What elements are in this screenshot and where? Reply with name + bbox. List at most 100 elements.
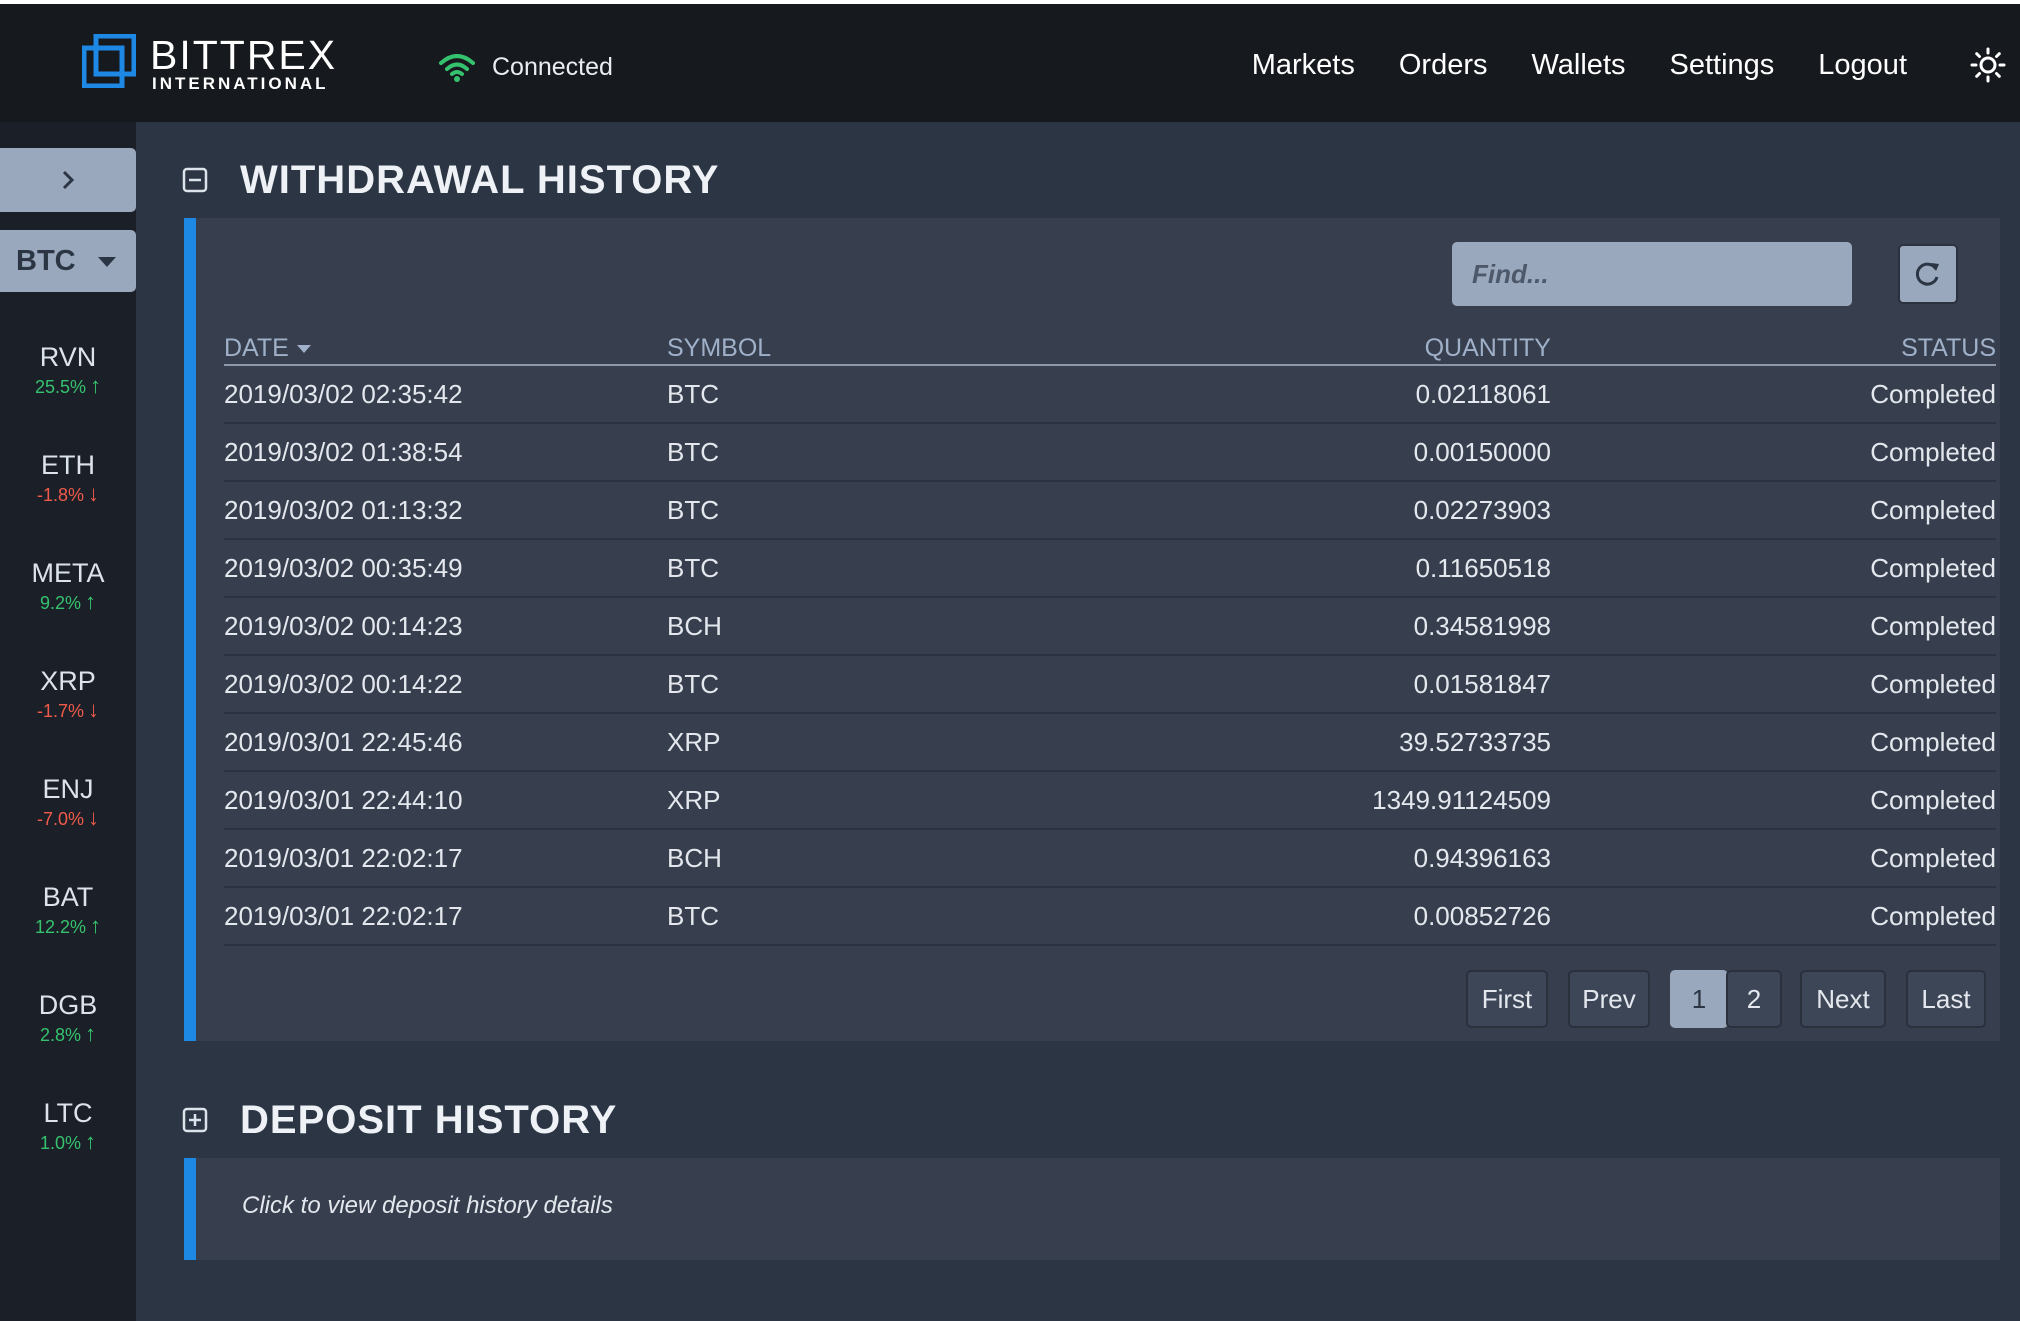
deposit-panel[interactable]: Click to view deposit history details <box>184 1158 2000 1260</box>
brand-subtitle: INTERNATIONAL <box>152 74 329 93</box>
cell-symbol: BTC <box>667 552 719 583</box>
ticker-bat[interactable]: BAT 12.2% ↑ <box>0 880 136 939</box>
table-row: 2019/03/02 00:14:22 BTC 0.01581847 Compl… <box>224 656 1996 714</box>
table-row: 2019/03/02 02:35:42 BTC 0.02118061 Compl… <box>224 366 1996 424</box>
cell-date: 2019/03/02 00:14:23 <box>224 610 463 641</box>
ticker-ltc[interactable]: LTC 1.0% ↑ <box>0 1096 136 1155</box>
search-input[interactable] <box>1452 242 1852 306</box>
nav-wallets[interactable]: Wallets <box>1532 49 1626 82</box>
cell-quantity: 0.02273903 <box>1413 494 1551 525</box>
ticker-change: -7.0% ↓ <box>36 805 100 830</box>
sun-icon[interactable] <box>1970 47 2006 83</box>
pagination-prev-button[interactable]: Prev <box>1568 970 1650 1028</box>
deposit-section-header: DEPOSIT HISTORY <box>182 1095 617 1145</box>
ticker-change: -1.7% ↓ <box>36 697 100 722</box>
pagination: First Prev 1 2 Next Last <box>196 970 2000 1030</box>
pagination-page-2[interactable]: 2 <box>1726 970 1782 1028</box>
ticker-symbol: LTC <box>43 1098 93 1128</box>
cell-symbol: BCH <box>667 610 722 641</box>
ticker-symbol: DGB <box>38 990 98 1020</box>
pagination-first-button[interactable]: First <box>1466 970 1548 1028</box>
cell-quantity: 0.00852726 <box>1413 900 1551 931</box>
cell-quantity: 0.94396163 <box>1413 842 1551 873</box>
cell-date: 2019/03/01 22:45:46 <box>224 726 463 757</box>
pagination-page-1[interactable]: 1 <box>1670 970 1728 1028</box>
refresh-button[interactable] <box>1898 244 1958 304</box>
cell-symbol: XRP <box>667 726 721 757</box>
ticker-eth[interactable]: ETH -1.8% ↓ <box>0 448 136 507</box>
caret-down-icon <box>98 257 116 267</box>
ticker-change: 12.2% ↑ <box>34 913 102 938</box>
brand-name: BITTREX <box>150 32 338 78</box>
column-header-status[interactable]: STATUS <box>1551 332 1996 364</box>
sort-desc-icon <box>296 345 311 354</box>
table-row: 2019/03/01 22:02:17 BCH 0.94396163 Compl… <box>224 830 1996 888</box>
base-currency-value: BTC <box>16 244 76 277</box>
nav-settings[interactable]: Settings <box>1670 49 1775 82</box>
table-row: 2019/03/02 01:13:32 BTC 0.02273903 Compl… <box>224 482 1996 540</box>
cell-status: Completed <box>1870 552 1996 583</box>
cell-date: 2019/03/02 00:35:49 <box>224 552 463 583</box>
cell-status: Completed <box>1870 842 1996 873</box>
column-header-quantity[interactable]: QUANTITY <box>1067 332 1551 364</box>
ticker-change: -1.8% ↓ <box>36 481 100 506</box>
ticker-change: 2.8% ↑ <box>39 1021 97 1046</box>
ticker-symbol: ETH <box>41 450 95 480</box>
cell-quantity: 0.00150000 <box>1413 436 1551 467</box>
column-header-date[interactable]: DATE <box>224 332 667 364</box>
ticker-symbol: ENJ <box>42 774 94 804</box>
ticker-rvn[interactable]: RVN 25.5% ↑ <box>0 340 136 399</box>
cell-symbol: XRP <box>667 784 721 815</box>
cell-date: 2019/03/02 01:38:54 <box>224 436 463 467</box>
ticker-dgb[interactable]: DGB 2.8% ↑ <box>0 988 136 1047</box>
ticker-change: 9.2% ↑ <box>39 589 97 614</box>
table-row: 2019/03/02 00:14:23 BCH 0.34581998 Compl… <box>224 598 1996 656</box>
ticker-symbol: XRP <box>40 666 96 696</box>
refresh-icon <box>1915 262 1939 286</box>
withdrawal-panel: DATE SYMBOL QUANTITY STATUS 2019/03/02 0… <box>184 218 2000 1041</box>
cell-quantity: 0.01581847 <box>1413 668 1551 699</box>
cell-status: Completed <box>1870 610 1996 641</box>
cell-symbol: BTC <box>667 436 719 467</box>
bittrex-logo[interactable]: BITTREX INTERNATIONAL <box>82 32 335 98</box>
table-row: 2019/03/01 22:44:10 XRP 1349.91124509 Co… <box>224 772 1996 830</box>
pagination-next-button[interactable]: Next <box>1800 970 1886 1028</box>
cell-date: 2019/03/01 22:44:10 <box>224 784 463 815</box>
table-row: 2019/03/02 00:35:49 BTC 0.11650518 Compl… <box>224 540 1996 598</box>
connection-status: Connected <box>438 50 613 84</box>
deposit-title: DEPOSIT HISTORY <box>240 1097 618 1142</box>
cell-quantity: 0.34581998 <box>1413 610 1551 641</box>
ticker-enj[interactable]: ENJ -7.0% ↓ <box>0 772 136 831</box>
column-header-symbol[interactable]: SYMBOL <box>667 332 1067 364</box>
ticker-xrp[interactable]: XRP -1.7% ↓ <box>0 664 136 723</box>
cell-status: Completed <box>1870 668 1996 699</box>
cell-date: 2019/03/02 01:13:32 <box>224 494 463 525</box>
ticker-meta[interactable]: META 9.2% ↑ <box>0 556 136 615</box>
arrow-up-icon: ↑ <box>90 913 102 938</box>
cell-symbol: BTC <box>667 900 719 931</box>
bittrex-logo-icon <box>82 34 136 88</box>
arrow-up-icon: ↑ <box>85 589 97 614</box>
connection-status-label: Connected <box>492 52 613 81</box>
cell-status: Completed <box>1870 784 1996 815</box>
cell-quantity: 0.11650518 <box>1415 552 1551 583</box>
arrow-down-icon: ↓ <box>88 805 100 830</box>
cell-date: 2019/03/01 22:02:17 <box>224 900 463 931</box>
base-currency-select[interactable]: BTC <box>0 230 136 292</box>
expand-plus-icon[interactable] <box>182 1107 208 1133</box>
nav-markets[interactable]: Markets <box>1252 49 1355 82</box>
ticker-symbol: BAT <box>42 882 94 912</box>
sidebar-expand-button[interactable] <box>0 148 136 212</box>
chevron-right-icon <box>62 170 75 190</box>
pagination-last-button[interactable]: Last <box>1906 970 1986 1028</box>
arrow-up-icon: ↑ <box>90 373 102 398</box>
nav-logout[interactable]: Logout <box>1818 49 1907 82</box>
cell-status: Completed <box>1870 436 1996 467</box>
nav-orders[interactable]: Orders <box>1399 49 1488 82</box>
collapse-minus-icon[interactable] <box>182 167 208 193</box>
cell-date: 2019/03/02 00:14:22 <box>224 668 463 699</box>
arrow-down-icon: ↓ <box>88 481 100 506</box>
cell-status: Completed <box>1870 378 1996 409</box>
top-navbar: BITTREX INTERNATIONAL Connected Markets … <box>0 4 2020 122</box>
cell-date: 2019/03/02 02:35:42 <box>224 378 463 409</box>
